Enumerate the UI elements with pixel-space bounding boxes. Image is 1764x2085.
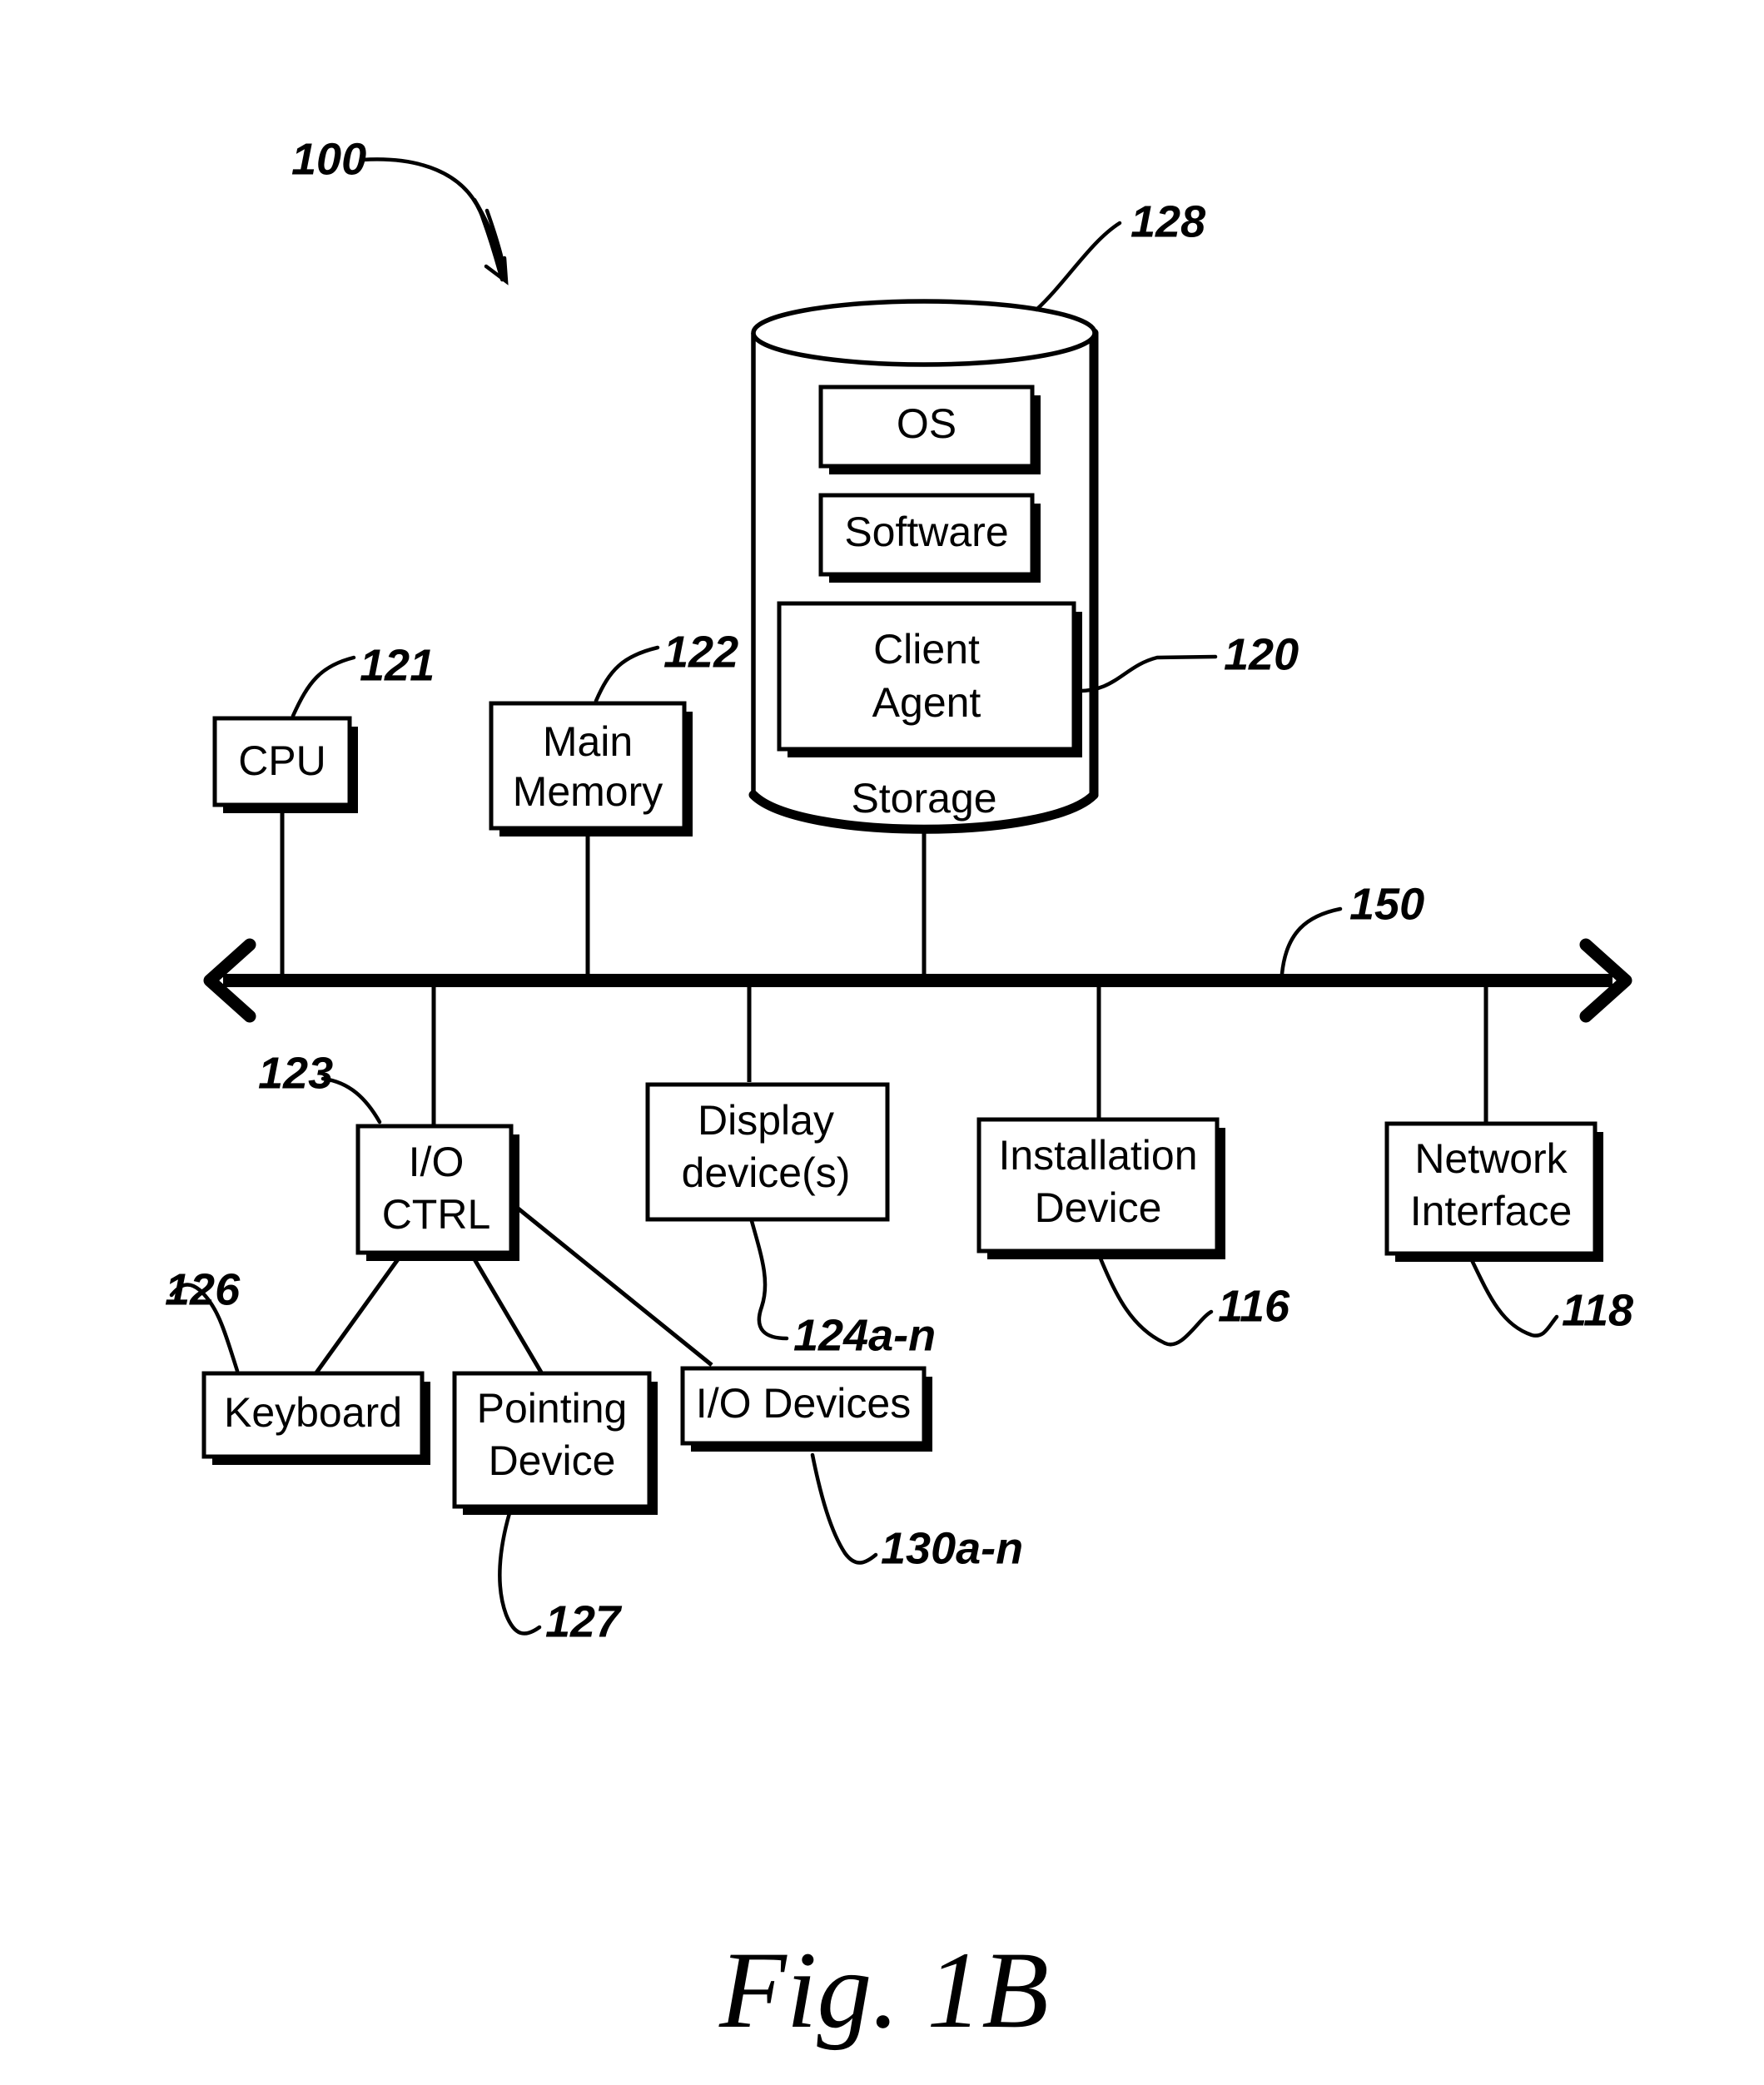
- main-memory-ref-leader: [594, 645, 660, 703]
- cpu-ref-label: 121: [360, 640, 435, 690]
- io-devices-ref-label: 130a-n: [881, 1523, 1023, 1573]
- figure-caption: Fig. 1B: [718, 1929, 1049, 2051]
- block-diagram-canvas: OS Software Client Agent Storage CPU Mai…: [165, 134, 1633, 2051]
- main-memory-label-line1: Main: [543, 718, 633, 765]
- main-memory-ref-label: 122: [663, 627, 738, 677]
- storage-cylinder-label: Storage: [851, 775, 996, 822]
- keyboard-box-label: Keyboard: [224, 1389, 402, 1436]
- installation-device-label-line2: Device: [1035, 1184, 1162, 1231]
- io-devices-box-label: I/O Devices: [696, 1380, 911, 1427]
- pointing-device-label-line1: Pointing: [477, 1385, 628, 1432]
- installation-device-label-line1: Installation: [998, 1132, 1197, 1179]
- io-devices-ref-leader: [810, 1452, 878, 1565]
- bus-connectors-bottom: [431, 980, 1488, 1126]
- cpu-box-label: CPU: [238, 737, 326, 784]
- display-devices-label-line2: device(s): [682, 1149, 851, 1196]
- installation-device-ref-label: 116: [1218, 1281, 1290, 1331]
- cpu-ref-leader: [291, 655, 356, 718]
- pointing-device-ref-label: 127: [545, 1596, 623, 1646]
- pointing-device-label-line2: Device: [489, 1437, 616, 1484]
- overall-ref-label: 100: [291, 134, 366, 184]
- bus-ref-leader: [1280, 906, 1343, 976]
- storage-ref-label: 128: [1130, 196, 1205, 246]
- storage-ref-leader: [1034, 221, 1122, 312]
- io-ctrl-label-line1: I/O: [409, 1139, 465, 1185]
- system-bus: [203, 938, 1632, 1023]
- patent-figure-1b: OS Software Client Agent Storage CPU Mai…: [0, 0, 1764, 2085]
- software-box-label: Software: [844, 509, 1008, 555]
- os-box-label: OS: [897, 400, 957, 447]
- display-devices-label-line1: Display: [698, 1097, 834, 1144]
- pointing-device-ref-leader: [498, 1511, 542, 1636]
- main-memory-label-line2: Memory: [513, 768, 663, 815]
- client-agent-ref-label: 120: [1224, 629, 1299, 679]
- network-interface-ref-leader: [1469, 1258, 1559, 1338]
- bus-ref-label: 150: [1349, 879, 1424, 929]
- overall-ref-leader: [360, 157, 507, 282]
- io-ctrl-label-line2: CTRL: [382, 1191, 491, 1238]
- network-interface-label-line2: Interface: [1410, 1188, 1573, 1234]
- network-interface-ref-label: 118: [1562, 1285, 1633, 1335]
- client-agent-label-line1: Client: [873, 626, 980, 673]
- keyboard-ref-label: 126: [165, 1264, 241, 1314]
- display-devices-ref-leader: [749, 1219, 789, 1341]
- installation-device-ref-leader: [1098, 1256, 1214, 1347]
- io-ctrl-ref-label: 123: [258, 1048, 333, 1098]
- client-agent-label-line2: Agent: [872, 679, 981, 726]
- display-devices-ref-label: 124a-n: [793, 1310, 936, 1360]
- network-interface-label-line1: Network: [1414, 1135, 1568, 1182]
